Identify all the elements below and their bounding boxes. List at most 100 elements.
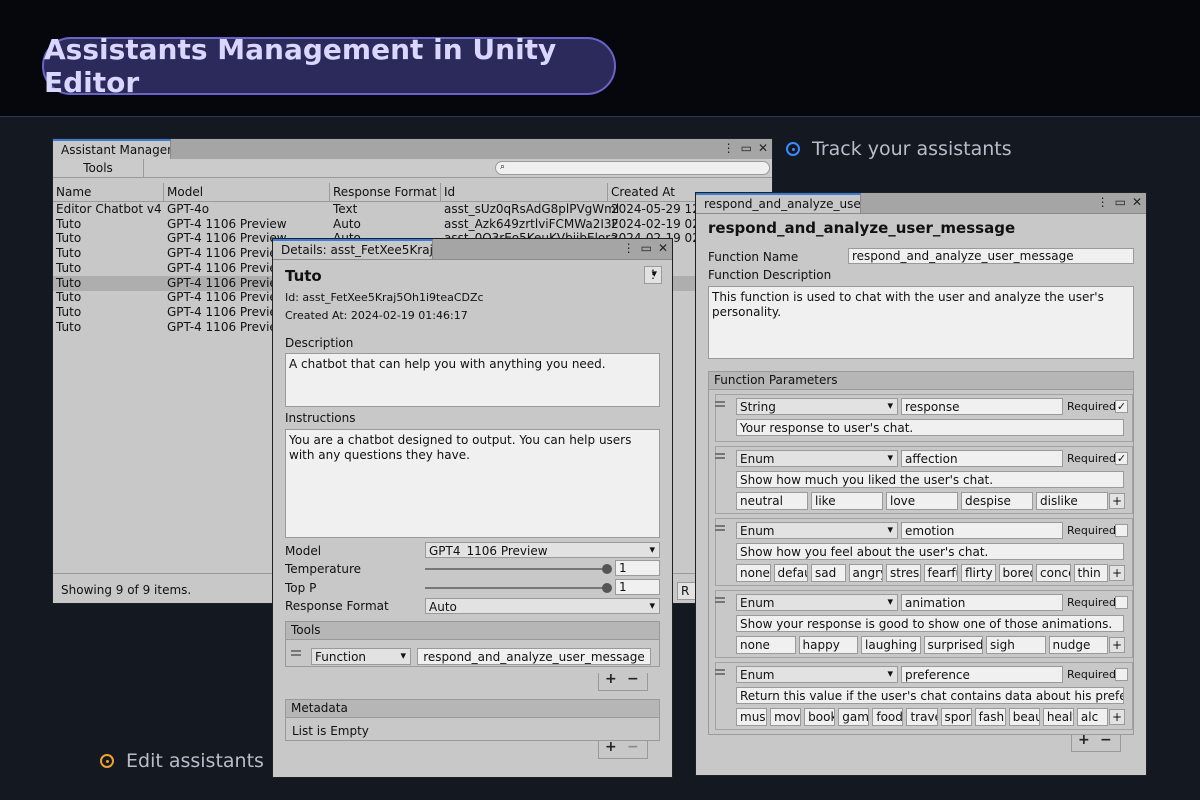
enum-value-input[interactable]: movi [770, 708, 802, 726]
drag-handle-icon[interactable] [715, 453, 725, 459]
enum-value-input[interactable]: bored [998, 564, 1033, 582]
add-enum-value-button[interactable]: + [1109, 709, 1125, 725]
enum-value-input[interactable]: none [736, 564, 771, 582]
column-header[interactable]: Name [56, 185, 91, 199]
parameter-description-input[interactable]: Your response to user's chat. [736, 419, 1124, 436]
column-header[interactable]: Id [444, 185, 455, 199]
maximize-icon[interactable]: ▭ [741, 141, 752, 155]
required-checkbox[interactable] [1115, 524, 1128, 537]
parameter-description-input[interactable]: Show your response is good to show one o… [736, 615, 1124, 632]
temperature-input[interactable]: 1 [615, 560, 660, 576]
parameter-name-input[interactable]: animation [901, 594, 1063, 611]
remove-parameter-button[interactable]: − [1100, 732, 1112, 748]
drag-handle-icon[interactable] [291, 650, 301, 656]
parameter-description-input[interactable]: Show how you feel about the user's chat. [736, 543, 1124, 560]
top-p-slider-handle[interactable] [602, 583, 612, 593]
top-p-input[interactable]: 1 [615, 579, 660, 595]
drag-handle-icon[interactable] [715, 525, 725, 531]
required-checkbox[interactable] [1115, 668, 1128, 681]
enum-value-input[interactable]: defau [773, 564, 808, 582]
enum-value-input[interactable]: alc [1076, 708, 1108, 726]
add-enum-value-button[interactable]: + [1109, 493, 1125, 509]
enum-value-input[interactable]: stress [886, 564, 921, 582]
temperature-slider[interactable] [425, 568, 607, 570]
tab-details[interactable]: Details: asst_FetXee5Kraj... [273, 239, 433, 259]
enum-value-input[interactable]: surprised [923, 636, 983, 654]
parameter-name-input[interactable]: emotion [901, 522, 1063, 539]
column-header[interactable]: Response Format [333, 185, 437, 199]
tools-menu-button[interactable]: Tools [53, 159, 144, 177]
kebab-menu-icon[interactable]: ⋮ [623, 241, 635, 255]
enum-value-input[interactable]: flirty [961, 564, 996, 582]
required-checkbox[interactable]: ✓ [1115, 452, 1128, 465]
close-icon[interactable]: ✕ [758, 141, 768, 155]
parameter-name-input[interactable]: preference [901, 666, 1063, 683]
enum-value-input[interactable]: beau [1008, 708, 1040, 726]
column-header[interactable]: Model [167, 185, 203, 199]
parameter-description-input[interactable]: Show how much you liked the user's chat. [736, 471, 1124, 488]
enum-value-input[interactable]: despise [961, 492, 1033, 510]
enum-value-input[interactable]: angry [848, 564, 883, 582]
enum-value-input[interactable]: sad [811, 564, 846, 582]
enum-value-input[interactable]: musi [736, 708, 768, 726]
close-icon[interactable]: ✕ [658, 241, 668, 255]
drag-handle-icon[interactable] [715, 669, 725, 675]
enum-value-input[interactable]: fashi [974, 708, 1006, 726]
parameter-type-dropdown[interactable]: Enum [736, 450, 898, 467]
instructions-textarea[interactable]: You are a chatbot designed to output. Yo… [285, 429, 660, 538]
table-row[interactable]: Editor Chatbot v4 GPT-4o Text asst_sUz0qRsA… [53, 202, 772, 217]
remove-tool-button[interactable]: − [627, 671, 639, 687]
add-enum-value-button[interactable]: + [1109, 637, 1125, 653]
parameter-type-dropdown[interactable]: String [736, 398, 898, 415]
parameter-name-input[interactable]: response [901, 398, 1063, 415]
parameter-name-input[interactable]: affection [901, 450, 1063, 467]
tab-function[interactable]: respond_and_analyze_use... [696, 193, 861, 213]
parameter-type-dropdown[interactable]: Enum [736, 594, 898, 611]
add-enum-value-button[interactable]: + [1109, 565, 1125, 581]
parameter-description-input[interactable]: Return this value if the user's chat con… [736, 687, 1124, 704]
enum-value-input[interactable]: game [838, 708, 870, 726]
required-checkbox[interactable] [1115, 596, 1128, 609]
model-dropdown[interactable]: GPT4_1106 Preview [425, 542, 660, 558]
enum-value-input[interactable]: conce [1036, 564, 1071, 582]
maximize-icon[interactable]: ▭ [1115, 195, 1126, 209]
response-format-dropdown[interactable]: Auto [425, 598, 660, 614]
kebab-menu-icon[interactable]: ⋮ [723, 141, 735, 155]
enum-value-input[interactable]: healt [1042, 708, 1074, 726]
enum-value-input[interactable]: sport [940, 708, 972, 726]
remove-metadata-button[interactable]: − [627, 739, 639, 755]
parameter-type-dropdown[interactable]: Enum [736, 522, 898, 539]
temperature-slider-handle[interactable] [602, 564, 612, 574]
enum-value-input[interactable]: sigh [986, 636, 1046, 654]
enum-value-input[interactable]: book [804, 708, 836, 726]
enum-value-input[interactable]: none [736, 636, 796, 654]
table-row[interactable]: Tuto GPT-4 1106 Preview Auto asst_Azk649zrt… [53, 217, 772, 232]
kebab-menu-icon[interactable]: ⋮ [1097, 195, 1109, 209]
enum-value-input[interactable]: food [872, 708, 904, 726]
enum-value-input[interactable]: like [811, 492, 883, 510]
enum-value-input[interactable]: dislike [1036, 492, 1108, 510]
add-tool-button[interactable]: + [605, 671, 617, 687]
search-input[interactable]: ⌕ [495, 161, 770, 175]
parameter-type-dropdown[interactable]: Enum [736, 666, 898, 683]
enum-value-input[interactable]: happy [798, 636, 858, 654]
required-checkbox[interactable]: ✓ [1115, 400, 1128, 413]
enum-value-input[interactable]: neutral [736, 492, 808, 510]
top-p-slider[interactable] [425, 587, 607, 589]
enum-value-input[interactable]: trave [906, 708, 938, 726]
options-button[interactable]: ⋮ [644, 266, 662, 284]
function-description-textarea[interactable]: This function is used to chat with the u… [708, 286, 1134, 359]
description-textarea[interactable]: A chatbot that can help you with anythin… [285, 353, 660, 407]
tool-type-dropdown[interactable]: Function [311, 648, 411, 665]
column-header[interactable]: Created At [611, 185, 675, 199]
enum-value-input[interactable]: laughing [861, 636, 921, 654]
add-metadata-button[interactable]: + [605, 739, 617, 755]
function-name-input[interactable]: respond_and_analyze_user_message [848, 248, 1134, 264]
drag-handle-icon[interactable] [715, 597, 725, 603]
maximize-icon[interactable]: ▭ [641, 241, 652, 255]
enum-value-input[interactable]: fearfu [923, 564, 958, 582]
tab-assistant-manager[interactable]: Assistant Manager [53, 139, 171, 159]
close-icon[interactable]: ✕ [1132, 195, 1142, 209]
drag-handle-icon[interactable] [715, 401, 725, 407]
enum-value-input[interactable]: thin [1073, 564, 1108, 582]
